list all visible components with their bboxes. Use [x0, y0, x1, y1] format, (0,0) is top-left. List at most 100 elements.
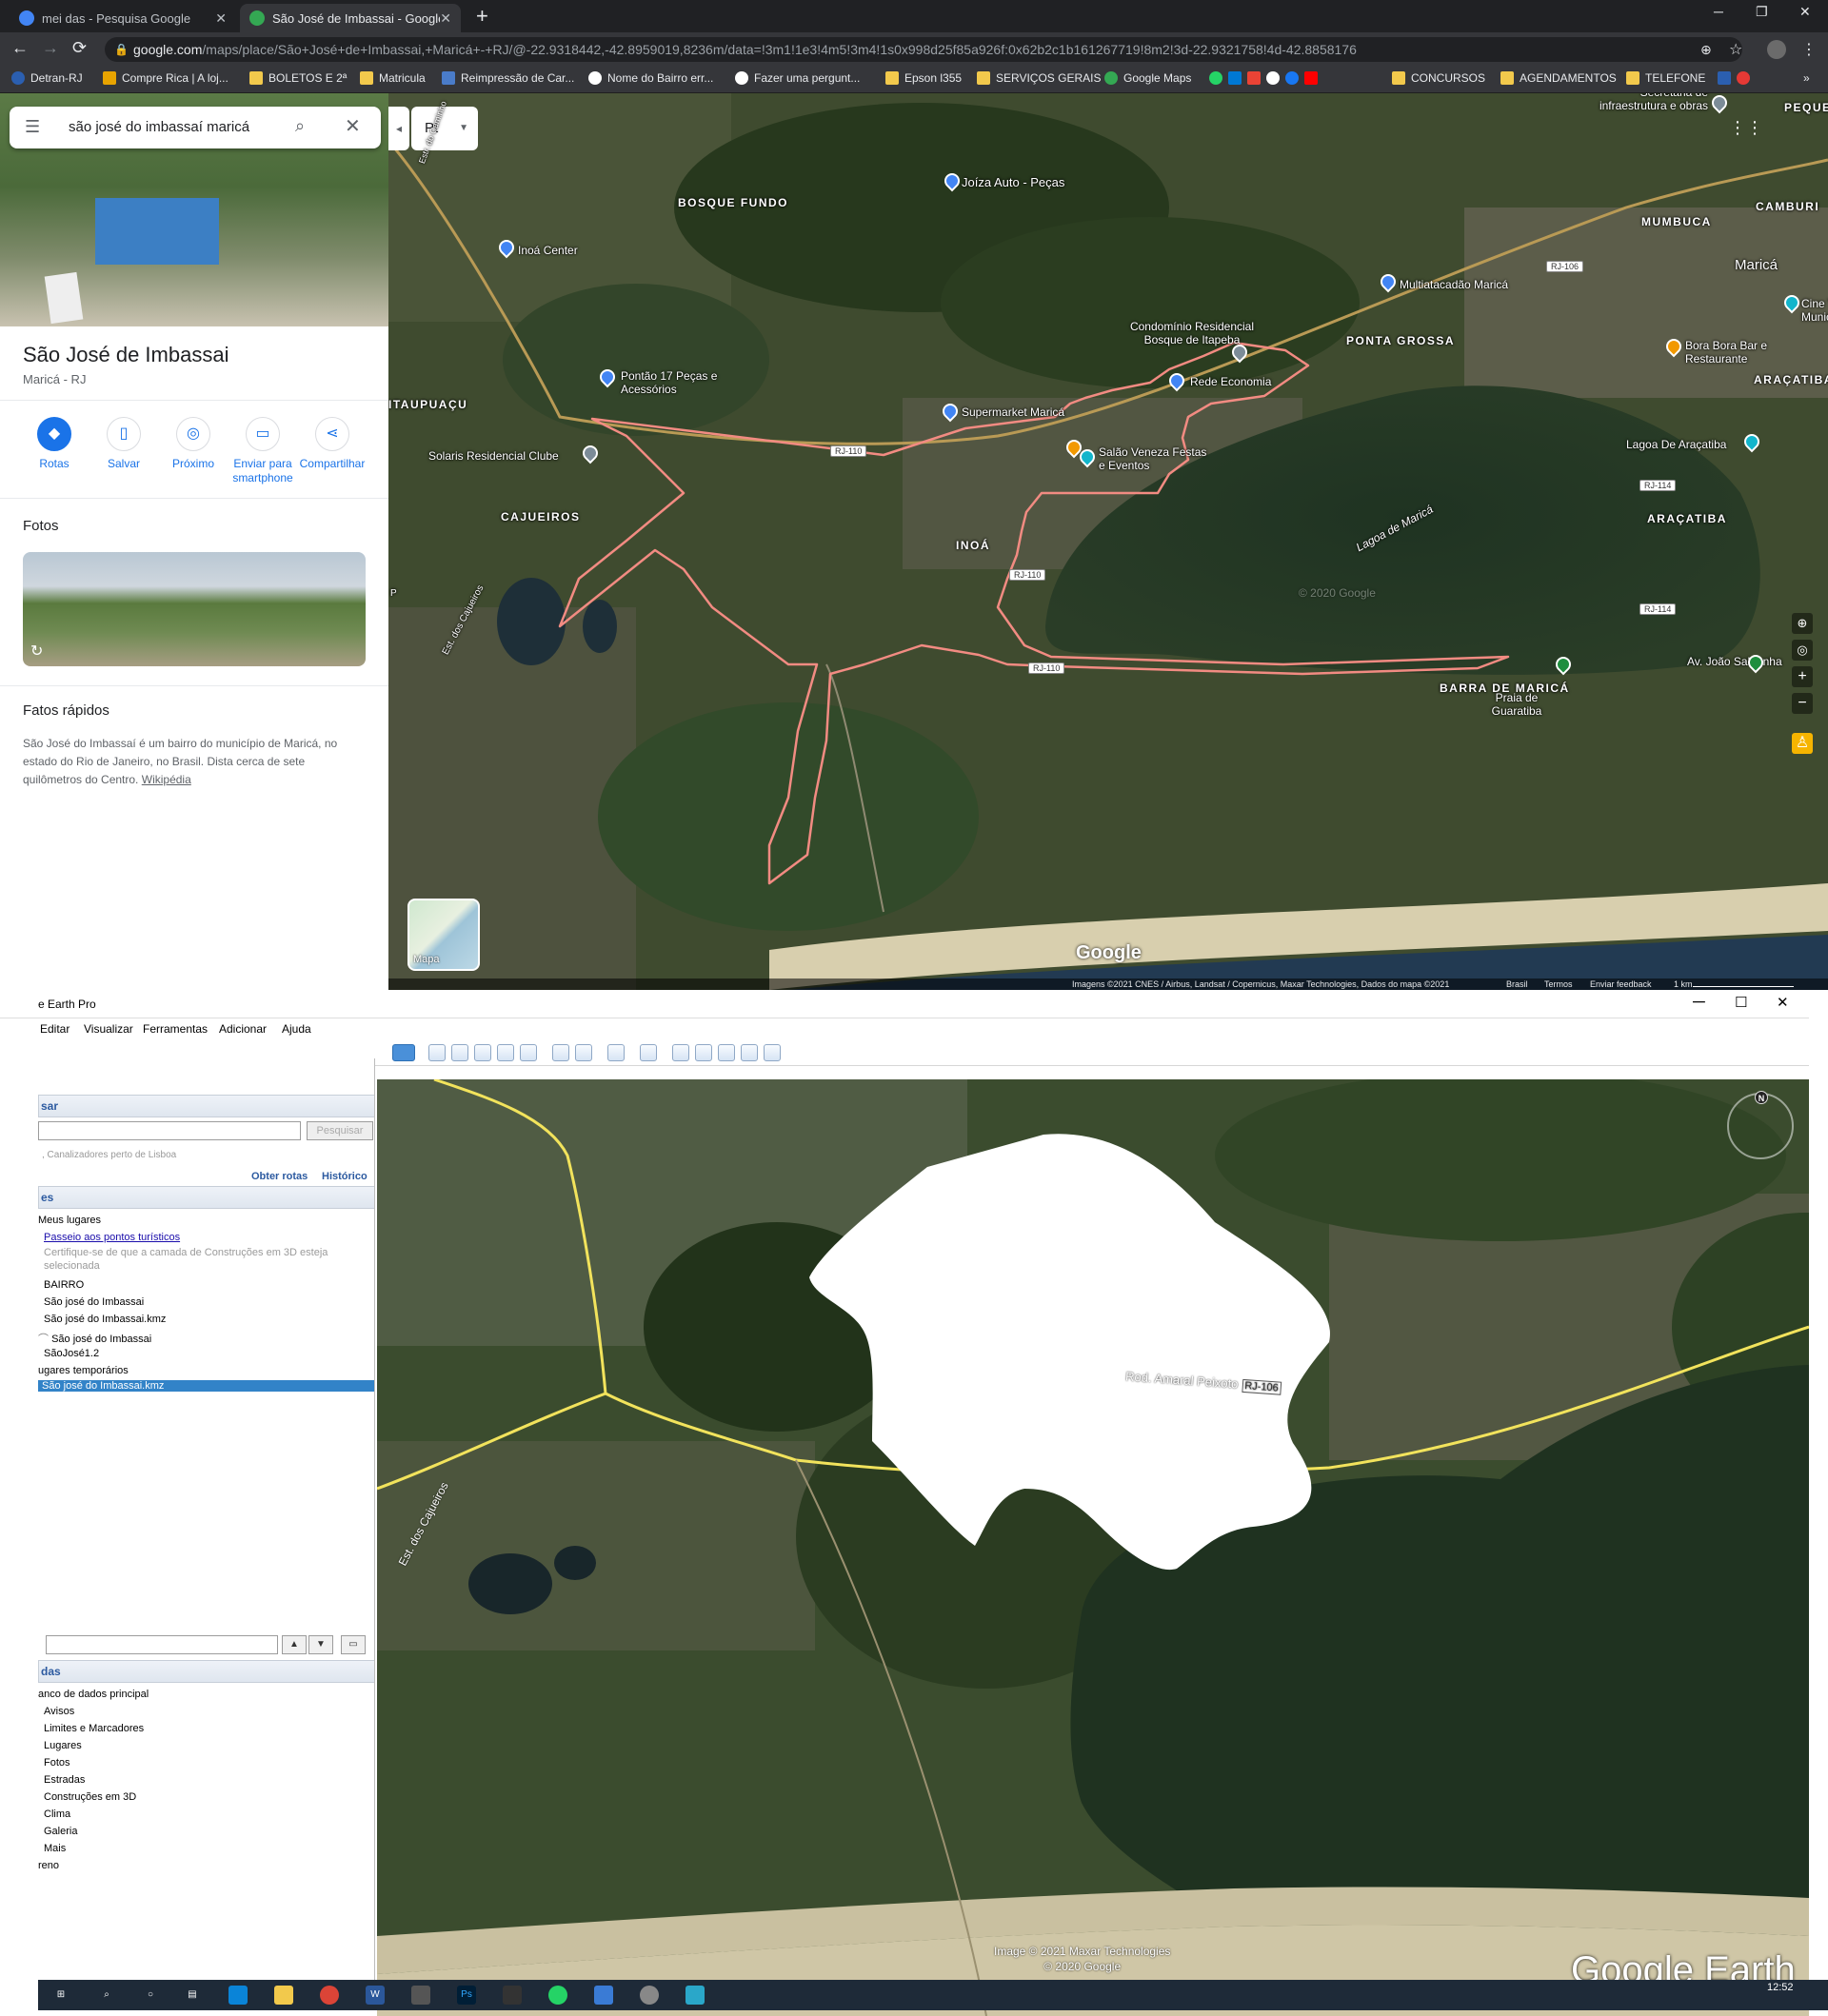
- history-link[interactable]: Histórico: [322, 1171, 368, 1182]
- layer-item[interactable]: Mais: [44, 1843, 66, 1854]
- close-window-button[interactable]: ✕: [1799, 4, 1811, 20]
- save-image-icon[interactable]: [718, 1044, 735, 1061]
- tab-google-search[interactable]: mei das - Pesquisa Google ✕: [10, 4, 236, 32]
- poi-label[interactable]: Joíza Auto - Peças: [962, 175, 1064, 189]
- bookmark-item[interactable]: Detran-RJ: [11, 71, 83, 85]
- save-button[interactable]: ▯ Salvar: [90, 417, 157, 471]
- tab-google-maps[interactable]: São José de Imbassai - Google M ✕: [240, 4, 461, 32]
- sidebar-toggle-icon[interactable]: [392, 1044, 415, 1061]
- close-icon[interactable]: ✕: [215, 10, 227, 27]
- close-window-button[interactable]: ✕: [1777, 994, 1789, 1011]
- avatar[interactable]: [1767, 40, 1786, 59]
- extension-icons[interactable]: [1209, 71, 1323, 85]
- more-bookmarks-icon[interactable]: »: [1803, 71, 1810, 85]
- hamburger-menu-icon[interactable]: ☰: [25, 117, 40, 137]
- word-icon[interactable]: W: [366, 1986, 385, 2005]
- satellite-map[interactable]: ◂ Pt ▼ BOSQUE FUNDO ITAUPUAÇU CAJUEIROS I…: [388, 93, 1828, 990]
- bookmark-item[interactable]: Epson l355: [885, 71, 962, 85]
- file-explorer-icon[interactable]: [274, 1986, 293, 2005]
- terms-link[interactable]: Termos: [1544, 978, 1573, 990]
- my-location-icon[interactable]: ◎: [1792, 640, 1813, 661]
- placemark-icon[interactable]: [428, 1044, 446, 1061]
- poi-label[interactable]: Secretaria de infraestrutura e obras: [1594, 93, 1708, 112]
- compass-control[interactable]: N: [1727, 1091, 1794, 1159]
- tree-item[interactable]: São josé do Imbassai: [44, 1296, 144, 1308]
- directions-button[interactable]: ◆ Rotas: [21, 417, 88, 471]
- folder-icon[interactable]: ▭: [341, 1635, 366, 1654]
- layer-item[interactable]: Galeria: [44, 1826, 77, 1837]
- edge-icon[interactable]: [228, 1986, 248, 2005]
- cortana-icon[interactable]: ○: [141, 1986, 160, 2005]
- collapse-panel-button[interactable]: ◂: [388, 107, 409, 150]
- zoom-in-button[interactable]: +: [1792, 666, 1813, 687]
- tree-item[interactable]: ⌒ São josé do Imbassai: [38, 1331, 151, 1346]
- search-box[interactable]: ☰ são josé do imbassaí maricá ⌕ ✕: [10, 107, 381, 148]
- layer-item[interactable]: Avisos: [44, 1706, 74, 1717]
- earth-3d-view[interactable]: Rod. Amaral Peixoto RJ-106 Est. dos Cajue…: [377, 1079, 1809, 2016]
- layer-item[interactable]: Clima: [44, 1808, 70, 1820]
- bookmark-item[interactable]: CONCURSOS: [1392, 71, 1485, 85]
- layer-item[interactable]: Estradas: [44, 1774, 85, 1786]
- new-tab-button[interactable]: +: [476, 6, 488, 27]
- move-up-icon[interactable]: ▲: [282, 1635, 307, 1654]
- maximize-button[interactable]: ☐: [1735, 994, 1747, 1011]
- layer-item[interactable]: Fotos: [44, 1757, 70, 1769]
- layer-item[interactable]: anco de dados principal: [38, 1689, 149, 1700]
- bookmark-item[interactable]: Compre Rica | A loj...: [103, 71, 228, 85]
- bookmark-item[interactable]: BOLETOS E 2ª: [249, 71, 347, 85]
- places-filter-input[interactable]: [46, 1635, 278, 1654]
- layer-item[interactable]: reno: [38, 1860, 59, 1871]
- poi-label[interactable]: Rede Economia: [1190, 375, 1271, 388]
- photoshop-icon[interactable]: Ps: [457, 1986, 476, 2005]
- extension-icons[interactable]: [1718, 71, 1756, 85]
- star-icon[interactable]: ☆: [1729, 40, 1742, 59]
- minimize-button[interactable]: ─: [1693, 992, 1705, 1012]
- close-icon[interactable]: ✕: [345, 114, 361, 138]
- chrome-icon[interactable]: [320, 1986, 339, 2005]
- search-icon[interactable]: ⌕: [97, 1986, 116, 2005]
- close-icon[interactable]: ✕: [440, 10, 451, 27]
- wikipedia-link[interactable]: Wikipédia: [142, 773, 191, 786]
- menu-dots-icon[interactable]: ⋮: [1801, 40, 1817, 59]
- menu-editar[interactable]: Editar: [40, 1022, 70, 1036]
- poi-label[interactable]: Inoá Center: [518, 244, 578, 257]
- ruler-icon[interactable]: [640, 1044, 657, 1061]
- menu-ferramentas[interactable]: Ferramentas: [143, 1022, 208, 1036]
- bookmark-item[interactable]: TELEFONE: [1626, 71, 1705, 85]
- tree-item[interactable]: ugares temporários: [38, 1365, 129, 1376]
- send-to-phone-button[interactable]: ▭ Enviar para smartphone: [229, 417, 296, 485]
- menu-ajuda[interactable]: Ajuda: [282, 1022, 311, 1036]
- poi-label[interactable]: Bora Bora Bar e Restaurante: [1685, 339, 1790, 366]
- bookmark-item[interactable]: Matricula: [360, 71, 426, 85]
- scale-label[interactable]: 1 km: [1674, 978, 1693, 990]
- bookmark-item[interactable]: Nome do Bairro err...: [588, 71, 713, 85]
- poi-label[interactable]: Solaris Residencial Clube: [428, 449, 559, 463]
- overlay-icon[interactable]: [497, 1044, 514, 1061]
- planets-icon[interactable]: [607, 1044, 625, 1061]
- layer-item[interactable]: Lugares: [44, 1740, 82, 1751]
- apps-grid-icon[interactable]: ⋮⋮: [1729, 114, 1763, 141]
- windows-start-icon[interactable]: ⊞: [51, 1986, 70, 2005]
- forward-button[interactable]: →: [42, 38, 59, 58]
- poi-label[interactable]: Condomínio Residencial Bosque de Itapeba: [1116, 320, 1268, 346]
- share-button[interactable]: ⋖ Compartilhar: [299, 417, 366, 471]
- maps-link-icon[interactable]: [764, 1044, 781, 1061]
- zoom-out-button[interactable]: −: [1792, 693, 1813, 714]
- layer-item[interactable]: Construções em 3D: [44, 1791, 136, 1803]
- clock[interactable]: 12:52: [1767, 1982, 1794, 1993]
- globe-icon[interactable]: ⊕: [1792, 613, 1813, 634]
- camera-icon[interactable]: [411, 1986, 430, 2005]
- historical-imagery-icon[interactable]: [552, 1044, 569, 1061]
- search-input[interactable]: são josé do imbassaí maricá: [69, 119, 249, 135]
- poi-label[interactable]: Salão Veneza Festas e Eventos: [1099, 445, 1213, 472]
- pegman-icon[interactable]: ♙: [1792, 733, 1813, 754]
- google-earth-taskbar-icon[interactable]: [640, 1986, 659, 2005]
- email-icon[interactable]: [672, 1044, 689, 1061]
- layer-item[interactable]: Limites e Marcadores: [44, 1723, 144, 1734]
- menu-visualizar[interactable]: Visualizar: [84, 1022, 133, 1036]
- back-button[interactable]: ←: [11, 38, 29, 58]
- poi-label[interactable]: Cine T Munic: [1801, 297, 1828, 324]
- add-icon[interactable]: ⊕: [1700, 42, 1712, 58]
- poi-label[interactable]: Praia de Guaratiba: [1483, 691, 1550, 718]
- bookmark-item[interactable]: AGENDAMENTOS: [1500, 71, 1617, 85]
